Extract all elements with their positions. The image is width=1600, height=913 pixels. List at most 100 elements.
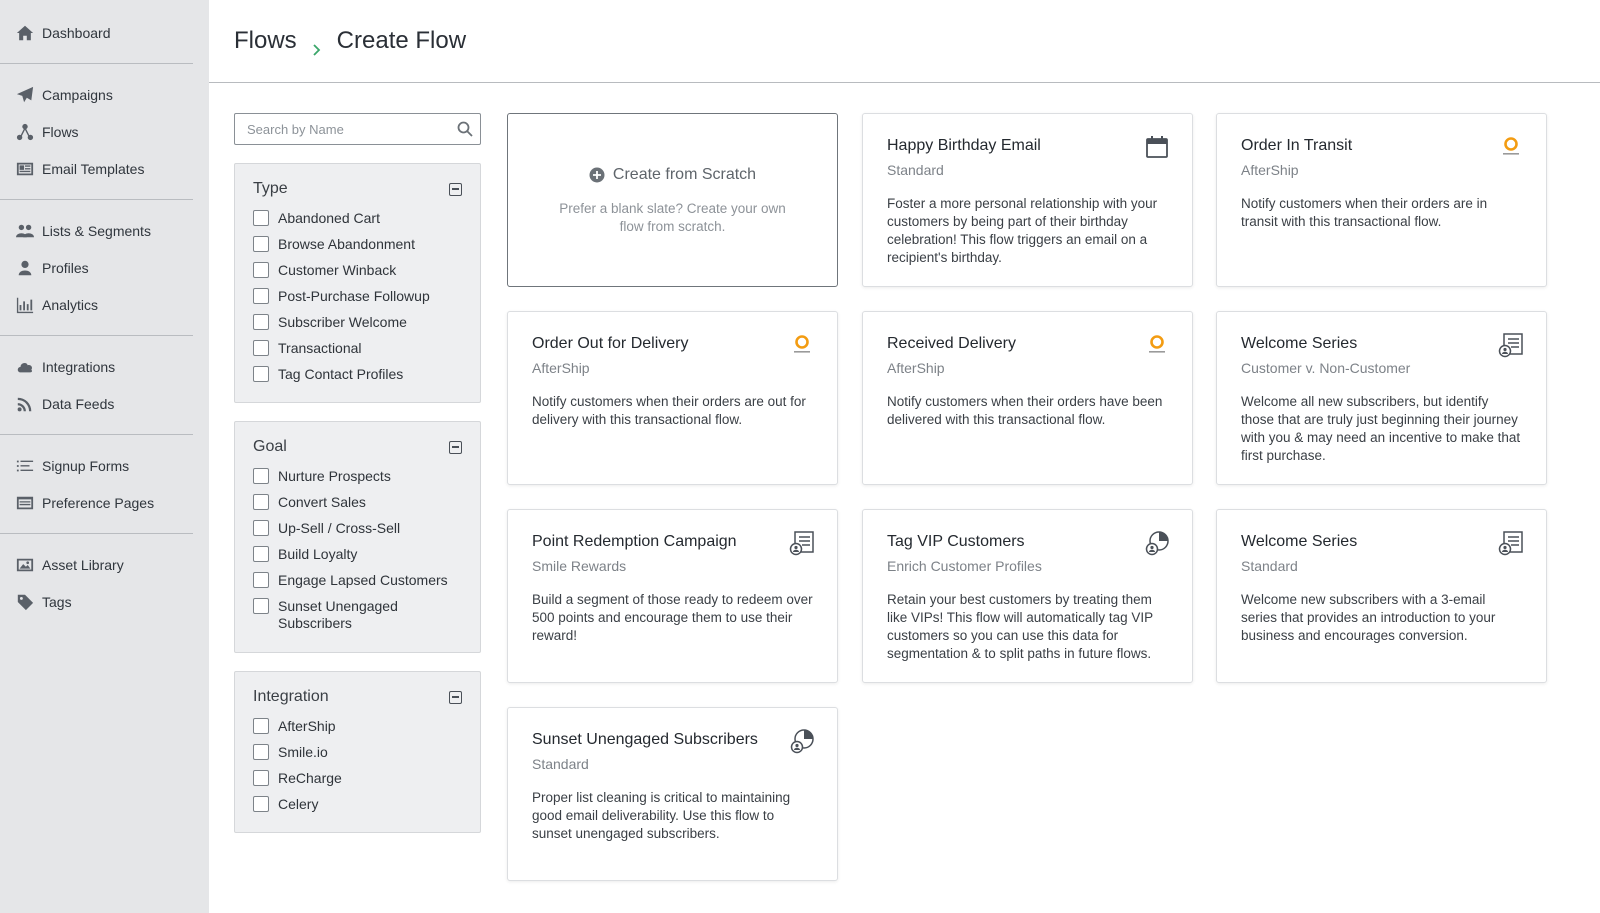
filter-option[interactable]: Engage Lapsed Customers (253, 572, 462, 598)
nav-label: Integrations (42, 358, 116, 375)
nav-label: Data Feeds (42, 395, 115, 412)
flow-card-order-out-for-delivery[interactable]: Order Out for Delivery AfterShip Notify … (507, 311, 838, 485)
checkbox[interactable] (253, 520, 269, 536)
checkbox[interactable] (253, 546, 269, 562)
card-title: Sunset Unengaged Subscribers (532, 731, 758, 748)
filter-option[interactable]: Smile.io (253, 744, 462, 770)
pie-user-icon (1144, 530, 1170, 556)
checkbox[interactable] (253, 262, 269, 278)
users-icon (15, 221, 35, 241)
checkbox[interactable] (253, 340, 269, 356)
collapse-icon[interactable] (449, 182, 462, 196)
nav-label: Flows (42, 123, 79, 140)
panel-title: Integration (253, 688, 329, 705)
card-description: Proper list cleaning is critical to main… (532, 790, 791, 841)
checkbox[interactable] (253, 210, 269, 226)
nav-label: Tags (42, 593, 72, 610)
panel-title: Goal (253, 438, 287, 455)
breadcrumb-flows-link[interactable]: Flows (234, 27, 297, 55)
nav-preference-pages[interactable]: Preference Pages (15, 484, 209, 521)
cloud-icon (15, 357, 35, 377)
nav-lists-segments[interactable]: Lists & Segments (15, 212, 209, 249)
filter-option-label: Subscriber Welcome (278, 314, 407, 330)
filter-option[interactable]: Customer Winback (253, 262, 462, 288)
nav-dashboard[interactable]: Dashboard (15, 14, 209, 51)
breadcrumb: Flows Create Flow (234, 27, 466, 56)
nav-email-templates[interactable]: Email Templates (15, 150, 209, 187)
card-description: Retain your best customers by treating t… (887, 592, 1153, 661)
flow-card-welcome-series-customer[interactable]: Welcome Series Customer v. Non-Customer … (1216, 311, 1547, 485)
checkbox[interactable] (253, 718, 269, 734)
checkbox[interactable] (253, 236, 269, 252)
filter-option-label: Smile.io (278, 744, 328, 760)
create-from-scratch-card[interactable]: Create from Scratch Prefer a blank slate… (507, 113, 838, 287)
checkbox[interactable] (253, 796, 269, 812)
nav-profiles[interactable]: Profiles (15, 249, 209, 286)
search-icon[interactable] (456, 120, 474, 138)
checkbox[interactable] (253, 598, 269, 614)
filter-option[interactable]: Subscriber Welcome (253, 314, 462, 340)
checkbox[interactable] (253, 770, 269, 786)
nav-campaigns[interactable]: Campaigns (15, 76, 209, 113)
flow-card-welcome-series-standard[interactable]: Welcome Series Standard Welcome new subs… (1216, 509, 1547, 683)
list-user-icon (789, 530, 815, 556)
nav-analytics[interactable]: Analytics (15, 286, 209, 323)
filter-option[interactable]: Browse Abandonment (253, 236, 462, 262)
plus-circle-icon (589, 167, 605, 183)
card-title: Happy Birthday Email (887, 137, 1041, 154)
collapse-icon[interactable] (449, 690, 462, 704)
filter-column: Type Abandoned Cart Browse Abandonment C… (234, 113, 481, 833)
filter-option[interactable]: Up-Sell / Cross-Sell (253, 520, 462, 546)
filter-option[interactable]: Post-Purchase Followup (253, 288, 462, 314)
checkbox[interactable] (253, 314, 269, 330)
aftership-logo-icon (1498, 134, 1524, 160)
checkbox[interactable] (253, 366, 269, 382)
filter-option[interactable]: Sunset Unengaged Subscribers (253, 598, 462, 642)
flow-card-received-delivery[interactable]: Received Delivery AfterShip Notify custo… (862, 311, 1193, 485)
filter-option[interactable]: Transactional (253, 340, 462, 366)
flow-card-happy-birthday[interactable]: Happy Birthday Email Standard Foster a m… (862, 113, 1193, 287)
pie-user-icon (789, 728, 815, 754)
home-icon (15, 23, 35, 43)
filter-option[interactable]: Tag Contact Profiles (253, 366, 462, 392)
filter-option[interactable]: Build Loyalty (253, 546, 462, 572)
card-subtitle: Customer v. Non-Customer (1241, 360, 1411, 376)
filter-option[interactable]: Abandoned Cart (253, 210, 462, 236)
checkbox[interactable] (253, 468, 269, 484)
search-input[interactable] (235, 114, 480, 144)
flow-card-order-in-transit[interactable]: Order In Transit AfterShip Notify custom… (1216, 113, 1547, 287)
checkbox[interactable] (253, 572, 269, 588)
flow-card-sunset-unengaged[interactable]: Sunset Unengaged Subscribers Standard Pr… (507, 707, 838, 881)
card-title: Received Delivery (887, 335, 1016, 352)
nav-label: Analytics (42, 296, 99, 313)
card-subtitle: Standard (1241, 558, 1298, 574)
filter-option[interactable]: AfterShip (253, 718, 462, 744)
checkbox[interactable] (253, 744, 269, 760)
page-header: Flows Create Flow (209, 0, 1600, 83)
nav-signup-forms[interactable]: Signup Forms (15, 447, 209, 484)
collapse-icon[interactable] (449, 440, 462, 454)
nav-flows[interactable]: Flows (15, 113, 209, 150)
nav-data-feeds[interactable]: Data Feeds (15, 385, 209, 422)
nav-integrations[interactable]: Integrations (15, 348, 209, 385)
list-user-icon (1498, 332, 1524, 358)
filter-option[interactable]: Celery (253, 796, 462, 822)
checkbox[interactable] (253, 494, 269, 510)
nav-asset-library[interactable]: Asset Library (15, 546, 209, 583)
nav-tags[interactable]: Tags (15, 583, 209, 620)
filter-option[interactable]: ReCharge (253, 770, 462, 796)
divider (0, 335, 193, 336)
filter-option-label: ReCharge (278, 770, 342, 786)
filter-option[interactable]: Nurture Prospects (253, 468, 462, 494)
card-subtitle: AfterShip (532, 360, 590, 376)
nav-label: Asset Library (42, 556, 124, 573)
list-user-icon (1498, 530, 1524, 556)
checkbox[interactable] (253, 288, 269, 304)
filter-option-label: AfterShip (278, 718, 336, 734)
nav-label: Signup Forms (42, 457, 130, 474)
card-description: Build a segment of those ready to redeem… (532, 592, 813, 643)
divider (0, 434, 193, 435)
flow-card-point-redemption[interactable]: Point Redemption Campaign Smile Rewards … (507, 509, 838, 683)
flow-card-tag-vip[interactable]: Tag VIP Customers Enrich Customer Profil… (862, 509, 1193, 683)
filter-option[interactable]: Convert Sales (253, 494, 462, 520)
